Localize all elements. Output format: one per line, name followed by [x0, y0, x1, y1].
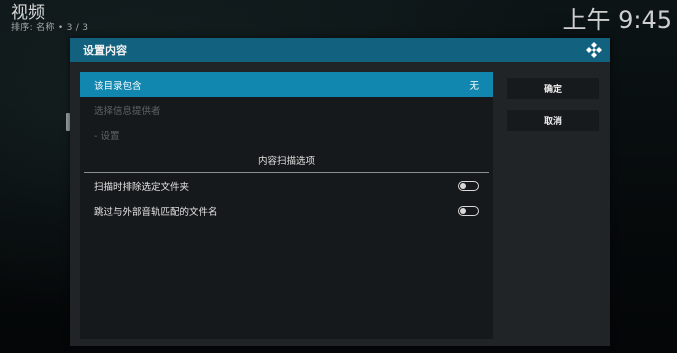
toggle-knob: [460, 207, 466, 214]
section-header: 内容扫描选项: [80, 147, 493, 172]
row-label: 该目录包含: [94, 80, 142, 92]
set-content-dialog: 设置内容 该目录包含 无 选择信息提供者 - 设置 内容扫描选项 扫描时排除选定…: [70, 38, 610, 346]
window-title: 视频: [11, 3, 45, 23]
row-directory-contains[interactable]: 该目录包含 无: [80, 72, 493, 97]
dialog-header: 设置内容: [70, 38, 610, 62]
ok-button[interactable]: 确定: [507, 78, 599, 99]
toggle-switch[interactable]: [458, 205, 479, 216]
option-label: 扫描时排除选定文件夹: [94, 181, 190, 193]
row-label: 选择信息提供者: [94, 105, 161, 117]
settings-panel: 该目录包含 无 选择信息提供者 - 设置 内容扫描选项 扫描时排除选定文件夹 跳…: [80, 72, 493, 339]
toggle-knob: [460, 182, 466, 189]
row-value: 无: [469, 80, 479, 92]
option-skip-external-audio[interactable]: 跳过与外部音轨匹配的文件名: [80, 198, 493, 223]
cancel-button[interactable]: 取消: [507, 110, 599, 131]
window-heading: 视频 排序: 名称 • 3 / 3: [11, 3, 88, 34]
toggle-switch[interactable]: [458, 180, 479, 191]
option-label: 跳过与外部音轨匹配的文件名: [94, 206, 218, 218]
kodi-logo-icon: [586, 42, 602, 58]
section-title: 内容扫描选项: [257, 155, 315, 167]
window-subtitle: 排序: 名称 • 3 / 3: [11, 23, 89, 33]
row-label: - 设置: [94, 130, 120, 142]
row-settings[interactable]: - 设置: [80, 122, 493, 147]
dialog-title: 设置内容: [83, 44, 127, 57]
clock: 上午 9:45: [562, 6, 672, 34]
row-choose-provider[interactable]: 选择信息提供者: [80, 97, 493, 122]
option-exclude-folder[interactable]: 扫描时排除选定文件夹: [80, 173, 493, 198]
